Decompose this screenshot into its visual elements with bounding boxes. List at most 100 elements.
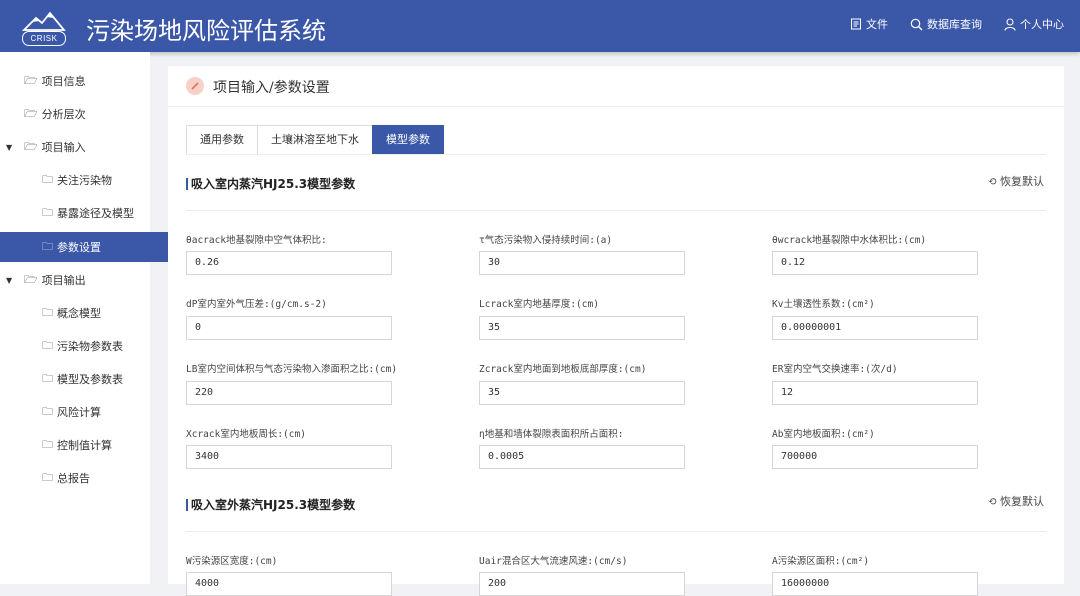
top-nav: 文件 数据库查询 个人中心 bbox=[850, 16, 1064, 32]
page-header: 项目输入/参数设置 bbox=[168, 66, 1064, 107]
tab-general-params[interactable]: 通用参数 bbox=[186, 125, 257, 155]
sidebar-item-label: 模型及参数表 bbox=[57, 373, 123, 386]
reset-default-button[interactable]: ⟲ 恢复默认 bbox=[988, 493, 1044, 509]
field-label: Lcrack室内地基厚度:(cm) bbox=[479, 299, 599, 310]
sidebar-item-label: 暴露途径及模型 bbox=[57, 207, 134, 220]
sidebar-item-pollutants[interactable]: 🗀 关注污染物 bbox=[0, 165, 192, 195]
sidebar: 🗁 项目信息 🗁 分析层次 ▼ 🗁 项目输入 🗀 关注污染物 🗀 暴露途径及模型 🗀 参数设… bbox=[0, 52, 192, 584]
search-icon bbox=[910, 18, 923, 30]
field-label: W污染源区宽度:(cm) bbox=[186, 556, 278, 567]
undo-icon: ⟲ bbox=[987, 494, 997, 508]
caret-down-icon[interactable]: ▼ bbox=[6, 276, 12, 285]
folder-icon: 🗀 bbox=[42, 239, 53, 253]
field-label: Xcrack室内地板周长:(cm) bbox=[186, 429, 306, 440]
pencil-icon bbox=[186, 77, 204, 95]
folder-open-icon: 🗁 bbox=[24, 106, 38, 120]
main-panel: 项目输入/参数设置 通用参数 土壤淋溶至地下水 模型参数 吸入室内蒸汽HJ25.… bbox=[168, 66, 1064, 596]
field-label: τ气态污染物入侵持续时间:(a) bbox=[479, 235, 613, 246]
section-title-outdoor-vapor: 吸入室外蒸汽HJ25.3模型参数 bbox=[186, 499, 355, 511]
field-label: Zcrack室内地面到地板底部厚度:(cm) bbox=[479, 364, 647, 375]
folder-icon: 🗀 bbox=[42, 470, 53, 484]
uair-speed-input[interactable]: 200 bbox=[479, 572, 685, 596]
page-title: 项目输入/参数设置 bbox=[213, 80, 330, 96]
xcrack-input[interactable]: 3400 bbox=[186, 445, 392, 469]
undo-icon: ⟲ bbox=[987, 174, 997, 188]
field-label: Kv土壤透性系数:(cm²) bbox=[772, 299, 875, 310]
nav-file[interactable]: 文件 bbox=[850, 16, 888, 32]
sidebar-item-project-output[interactable]: ▼ 🗁 项目输出 bbox=[0, 265, 174, 295]
tab-divider bbox=[186, 154, 1046, 155]
folder-open-icon: 🗁 bbox=[24, 272, 38, 286]
folder-icon: 🗀 bbox=[42, 305, 53, 319]
sidebar-item-report[interactable]: 🗀 总报告 bbox=[0, 463, 192, 493]
lcrack-input[interactable]: 35 bbox=[479, 316, 685, 340]
field-label: θwcrack地基裂隙中水体积比:(cm) bbox=[772, 235, 927, 246]
sidebar-item-label: 概念模型 bbox=[57, 307, 101, 320]
sidebar-item-project-info[interactable]: 🗁 项目信息 bbox=[0, 66, 174, 96]
zcrack-input[interactable]: 35 bbox=[479, 381, 685, 405]
reset-default-button[interactable]: ⟲ 恢复默认 bbox=[988, 173, 1044, 189]
folder-icon: 🗀 bbox=[42, 437, 53, 451]
reset-label: 恢复默认 bbox=[1000, 495, 1044, 508]
section-title-indoor-vapor: 吸入室内蒸汽HJ25.3模型参数 bbox=[186, 178, 355, 190]
folder-open-icon: 🗁 bbox=[24, 139, 38, 153]
lb-ratio-input[interactable]: 220 bbox=[186, 381, 392, 405]
tab-bar: 通用参数 土壤淋溶至地下水 模型参数 bbox=[186, 125, 444, 155]
section-divider bbox=[186, 210, 1046, 211]
folder-icon: 🗀 bbox=[42, 338, 53, 352]
sidebar-item-parameter-settings[interactable]: 🗀 参数设置 bbox=[0, 232, 192, 262]
sidebar-item-label: 总报告 bbox=[57, 472, 90, 485]
field-label: Ab室内地板面积:(cm²) bbox=[772, 429, 875, 440]
tab-soil-leaching[interactable]: 土壤淋溶至地下水 bbox=[257, 125, 372, 155]
folder-icon: 🗀 bbox=[42, 404, 53, 418]
ab-area-input[interactable]: 700000 bbox=[772, 445, 978, 469]
tau-duration-input[interactable]: 30 bbox=[479, 251, 685, 275]
nav-database-label: 数据库查询 bbox=[927, 18, 982, 31]
nav-database-query[interactable]: 数据库查询 bbox=[910, 16, 982, 32]
sidebar-item-label: 项目信息 bbox=[41, 75, 86, 88]
crisk-logo[interactable]: CRISK bbox=[20, 8, 68, 46]
w-width-input[interactable]: 4000 bbox=[186, 572, 392, 596]
field-label: LB室内空间体积与气态污染物入渗面积之比:(cm) bbox=[186, 364, 398, 375]
field-label: dP室内室外气压差:(g/cm.s-2) bbox=[186, 299, 327, 310]
sidebar-item-control-calc[interactable]: 🗀 控制值计算 bbox=[0, 430, 192, 460]
user-icon bbox=[1004, 17, 1016, 31]
sidebar-item-concept-model[interactable]: 🗀 概念模型 bbox=[0, 298, 192, 328]
sidebar-item-label: 控制值计算 bbox=[57, 439, 112, 452]
caret-down-icon[interactable]: ▼ bbox=[6, 143, 12, 152]
theta-wcrack-input[interactable]: 0.12 bbox=[772, 251, 978, 275]
folder-icon: 🗀 bbox=[42, 371, 53, 385]
sidebar-item-label: 污染物参数表 bbox=[57, 340, 123, 353]
dp-pressure-input[interactable]: 0 bbox=[186, 316, 392, 340]
reset-label: 恢复默认 bbox=[1000, 175, 1044, 188]
sidebar-item-label: 参数设置 bbox=[57, 241, 101, 254]
nav-personal-label: 个人中心 bbox=[1020, 18, 1064, 31]
sidebar-item-exposure-models[interactable]: 🗀 暴露途径及模型 bbox=[0, 198, 192, 228]
sidebar-item-analysis-level[interactable]: 🗁 分析层次 bbox=[0, 99, 174, 129]
theta-acrack-input[interactable]: 0.26 bbox=[186, 251, 392, 275]
sidebar-item-label: 分析层次 bbox=[41, 108, 86, 121]
a-area-input[interactable]: 16000000 bbox=[772, 572, 978, 596]
folder-open-icon: 🗁 bbox=[24, 73, 38, 87]
eta-crack-input[interactable]: 0.0005 bbox=[479, 445, 685, 469]
top-header: CRISK 污染场地风险评估系统 文件 数据库查询 个人中心 bbox=[0, 0, 1080, 52]
sidebar-item-label: 项目输入 bbox=[41, 141, 86, 154]
folder-icon: 🗀 bbox=[42, 172, 53, 186]
app-title: 污染场地风险评估系统 bbox=[86, 17, 326, 45]
sidebar-item-risk-calc[interactable]: 🗀 风险计算 bbox=[0, 397, 192, 427]
nav-file-label: 文件 bbox=[866, 18, 888, 31]
tab-model-params[interactable]: 模型参数 bbox=[372, 125, 444, 155]
kv-permeability-input[interactable]: 0.00000001 bbox=[772, 316, 978, 340]
sidebar-item-pollutant-params[interactable]: 🗀 污染物参数表 bbox=[0, 331, 192, 361]
field-label: A污染源区面积:(cm²) bbox=[772, 556, 870, 567]
sidebar-item-label: 关注污染物 bbox=[57, 174, 112, 187]
logo-text: CRISK bbox=[22, 31, 66, 46]
section-divider bbox=[186, 531, 1046, 532]
nav-personal-center[interactable]: 个人中心 bbox=[1004, 16, 1064, 32]
sidebar-item-project-input[interactable]: ▼ 🗁 项目输入 bbox=[0, 132, 174, 162]
document-icon bbox=[851, 18, 861, 30]
er-exchange-input[interactable]: 12 bbox=[772, 381, 978, 405]
folder-icon: 🗀 bbox=[42, 205, 53, 219]
sidebar-item-model-params[interactable]: 🗀 模型及参数表 bbox=[0, 364, 192, 394]
sidebar-item-label: 项目输出 bbox=[41, 274, 86, 287]
